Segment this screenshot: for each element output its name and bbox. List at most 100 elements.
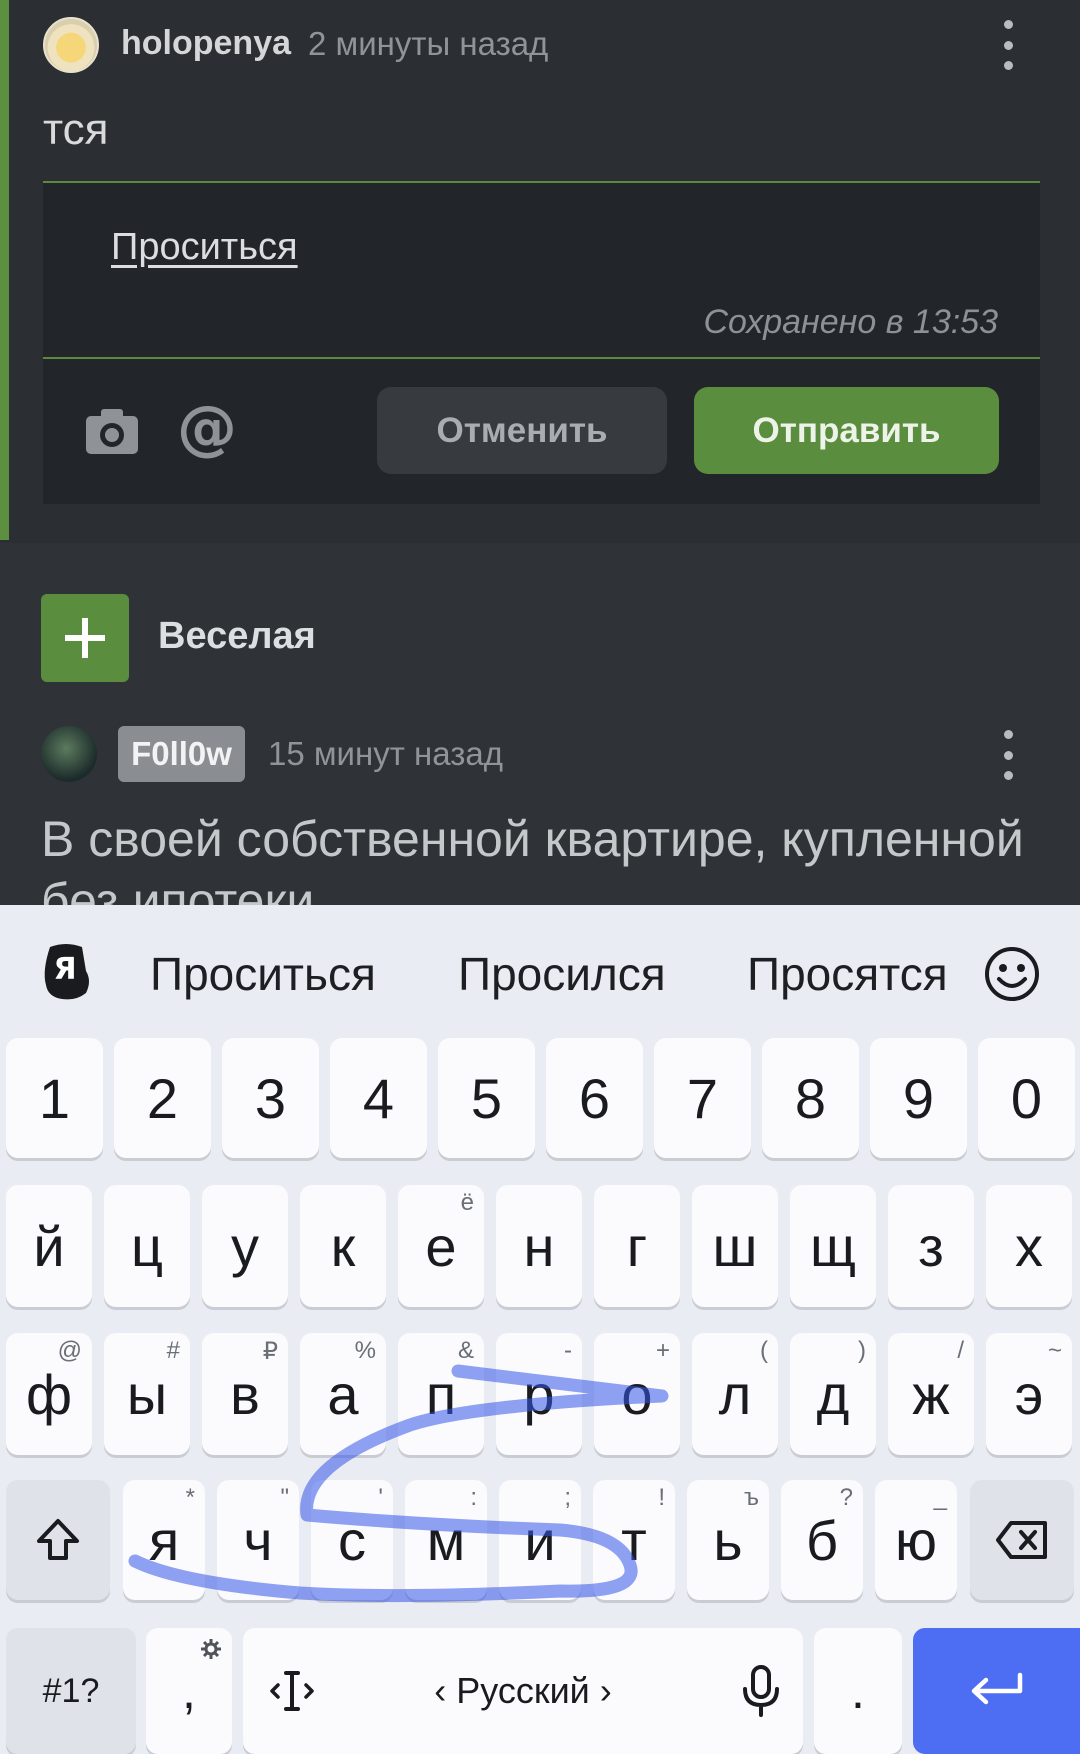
key-letter[interactable]: ьъ — [687, 1480, 769, 1600]
key-letter[interactable]: б? — [781, 1480, 863, 1600]
key-2[interactable]: 2 — [114, 1038, 211, 1158]
key-label: 3 — [254, 1066, 287, 1130]
editor-divider — [43, 357, 1040, 359]
key-letter[interactable]: н — [496, 1185, 582, 1307]
enter-key[interactable] — [913, 1628, 1080, 1754]
key-letter[interactable]: и; — [499, 1480, 581, 1600]
key-hint: ) — [858, 1337, 866, 1364]
key-label: 6 — [578, 1066, 611, 1130]
key-1[interactable]: 1 — [6, 1038, 103, 1158]
key-6[interactable]: 6 — [546, 1038, 643, 1158]
key-hint: + — [655, 1337, 670, 1364]
key-8[interactable]: 8 — [762, 1038, 859, 1158]
key-label: й — [33, 1214, 65, 1278]
suggestion-item[interactable]: Просятся — [747, 947, 957, 1001]
key-9[interactable]: 9 — [870, 1038, 967, 1158]
key-letter[interactable]: ч " — [217, 1480, 299, 1600]
more-options-icon[interactable] — [1002, 730, 1014, 780]
key-letter[interactable]: у — [202, 1185, 288, 1307]
comma-key[interactable]: , — [146, 1628, 232, 1754]
yandex-logo-icon[interactable]: Я — [36, 941, 96, 1003]
key-letter[interactable]: ы # — [104, 1333, 190, 1455]
suggestion-bar: Я Проситься Просился Просятся — [0, 905, 1080, 1030]
shift-key[interactable] — [6, 1480, 110, 1600]
key-letter[interactable]: её — [398, 1185, 484, 1307]
swipe-gesture-trace — [128, 1364, 669, 1603]
key-label: р — [523, 1362, 555, 1426]
key-label: л — [718, 1362, 752, 1426]
key-hint: ( — [760, 1337, 768, 1364]
key-letter[interactable]: я * — [123, 1480, 205, 1600]
key-letter[interactable]: т! — [593, 1480, 675, 1600]
backspace-key[interactable] — [970, 1480, 1074, 1600]
key-letter[interactable]: й — [6, 1185, 92, 1307]
key-letter[interactable]: з — [888, 1185, 974, 1307]
camera-icon[interactable] — [84, 406, 140, 456]
key-letter[interactable]: х — [986, 1185, 1072, 1307]
key-hint: " — [280, 1484, 289, 1511]
key-letter[interactable]: р- — [496, 1333, 582, 1455]
cancel-button[interactable]: Отменить — [377, 387, 667, 474]
key-hint: ! — [658, 1484, 665, 1511]
mention-icon[interactable]: @ — [176, 398, 238, 460]
author-badge[interactable]: F0ll0w — [118, 726, 245, 782]
key-letter[interactable]: э ~ — [986, 1333, 1072, 1455]
period-key[interactable]: . — [814, 1628, 902, 1754]
key-letter[interactable]: а% — [300, 1333, 386, 1455]
microphone-icon[interactable] — [741, 1665, 781, 1717]
key-letter[interactable]: д) — [790, 1333, 876, 1455]
key-label: 0 — [1010, 1066, 1043, 1130]
username[interactable]: holopenya — [121, 24, 291, 63]
key-letter[interactable]: ж / — [888, 1333, 974, 1455]
avatar[interactable] — [43, 17, 99, 73]
key-letter[interactable]: ф @ — [6, 1333, 92, 1455]
key-label: к — [330, 1214, 356, 1278]
editor-input-text[interactable]: Проситься — [111, 226, 298, 269]
key-label: ж — [912, 1362, 950, 1426]
key-7[interactable]: 7 — [654, 1038, 751, 1158]
symbols-key[interactable]: #1? — [6, 1628, 136, 1754]
key-label: н — [523, 1214, 555, 1278]
send-button[interactable]: Отправить — [694, 387, 999, 474]
key-letter[interactable]: л( — [692, 1333, 778, 1455]
key-label: г — [626, 1214, 648, 1278]
key-0[interactable]: 0 — [978, 1038, 1075, 1158]
key-letter[interactable]: щ — [790, 1185, 876, 1307]
key-letter[interactable]: м: — [405, 1480, 487, 1600]
emoji-icon[interactable] — [983, 945, 1041, 1003]
key-label: 2 — [146, 1066, 179, 1130]
suggestion-item[interactable]: Просился — [458, 947, 666, 1001]
key-letter[interactable]: п & — [398, 1333, 484, 1455]
key-3[interactable]: 3 — [222, 1038, 319, 1158]
space-key[interactable]: ‹ Русский › — [243, 1628, 803, 1754]
key-label: 1 — [38, 1066, 71, 1130]
key-label: 7 — [686, 1066, 719, 1130]
key-hint: - — [564, 1337, 572, 1364]
key-4[interactable]: 4 — [330, 1038, 427, 1158]
key-5[interactable]: 5 — [438, 1038, 535, 1158]
key-letter[interactable]: ш — [692, 1185, 778, 1307]
key-label: ю — [895, 1508, 937, 1572]
suggestion-item[interactable]: Проситься — [150, 947, 376, 1001]
key-hint: ₽ — [262, 1338, 278, 1365]
add-button[interactable] — [41, 594, 129, 682]
key-hint: @ — [57, 1337, 82, 1364]
key-letter[interactable]: к — [300, 1185, 386, 1307]
key-hint: & — [457, 1337, 474, 1364]
backspace-icon — [996, 1521, 1047, 1559]
key-letter[interactable]: в ₽ — [202, 1333, 288, 1455]
key-hint: ё — [460, 1189, 474, 1216]
key-label: м — [426, 1508, 466, 1572]
key-letter[interactable]: ю _ — [875, 1480, 957, 1600]
svg-text:Я: Я — [53, 952, 76, 987]
key-letter[interactable]: с ' — [311, 1480, 393, 1600]
key-hint: ' — [378, 1484, 383, 1511]
key-letter[interactable]: г — [594, 1185, 680, 1307]
key-letter[interactable]: ц — [104, 1185, 190, 1307]
key-label: 8 — [794, 1066, 827, 1130]
key-label: с — [338, 1508, 366, 1572]
key-hint: ? — [839, 1484, 853, 1511]
avatar[interactable] — [41, 726, 97, 782]
more-options-icon[interactable] — [1002, 20, 1014, 70]
key-letter[interactable]: о + — [594, 1333, 680, 1455]
